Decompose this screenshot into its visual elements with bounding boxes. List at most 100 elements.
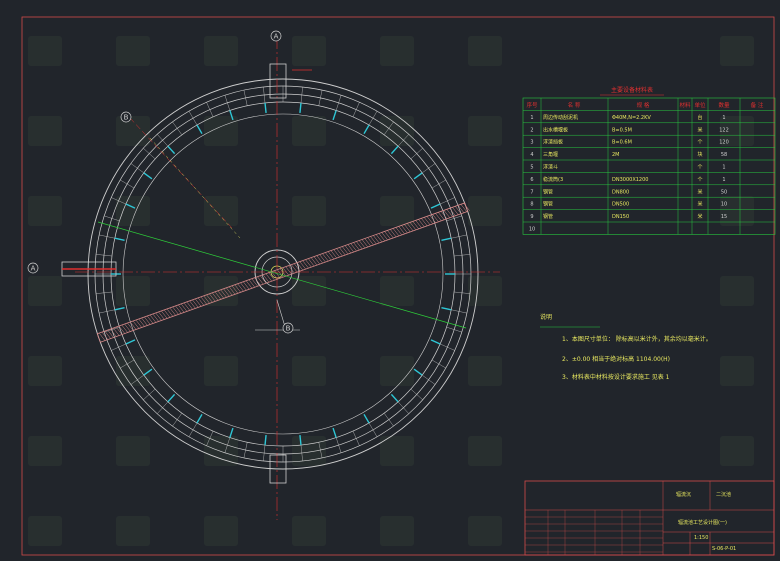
watermark-tile [116, 436, 150, 466]
watermark-tile [116, 516, 150, 546]
duct-hatch-line [421, 218, 428, 226]
table-cell: 钢管 [543, 213, 553, 220]
duct-hatch-line [415, 220, 422, 228]
table-cell: 钢管 [543, 201, 553, 208]
duct-hatch-line [424, 217, 431, 225]
duct-hatch-line [197, 297, 205, 306]
duct-hatch-line [327, 251, 335, 260]
table-cell: 米 [697, 201, 702, 208]
duct-hatch-line [313, 256, 320, 265]
duct-hatch-line [144, 316, 151, 325]
launder-tick [172, 413, 183, 427]
watermark-tile [380, 276, 414, 306]
launder-tick [157, 401, 169, 414]
table-cell: 122 [719, 127, 729, 133]
launder-tick [111, 343, 126, 351]
duct-hatch-line [333, 249, 340, 258]
cyan-mark [125, 339, 136, 345]
title-block [524, 480, 775, 556]
watermark-tile [204, 276, 238, 306]
table-cell: 浮渣斗 [543, 164, 558, 171]
duct-hatch-line [243, 281, 250, 290]
launder-tick [335, 95, 342, 111]
duct-hatch-line [395, 227, 402, 236]
table-cell: 15 [721, 214, 727, 220]
section-a-label-left: A [31, 265, 36, 273]
table-cell: 1 [722, 177, 725, 183]
launder-tick [224, 95, 231, 111]
table-cell: 58 [721, 152, 727, 158]
table-cell: 10 [721, 202, 727, 208]
duct-hatch-line [113, 327, 120, 336]
launder-tick [352, 102, 360, 117]
table-cell: 周边传动刮泥机 [543, 114, 578, 121]
watermark-tile [204, 196, 238, 226]
table-cell: 2 [530, 127, 533, 133]
cyan-mark [430, 339, 441, 345]
launder-tick [446, 326, 462, 333]
cyan-mark [264, 435, 267, 446]
watermark-tile [116, 196, 150, 226]
table-cell: 1 [722, 115, 725, 121]
watermark-tile [204, 36, 238, 66]
duct-hatch-line [375, 234, 383, 243]
title-block-drawing-title: 辐流池工艺设计图(一) [678, 520, 727, 526]
duct-hatch-line [305, 259, 312, 268]
table-cell: B=0.5M [612, 127, 632, 133]
duct-hatch-line [438, 212, 445, 220]
duct-hatch-line [268, 272, 275, 281]
duct-hatch-line [147, 315, 154, 324]
duct-hatch-line [166, 308, 174, 317]
table-cell: DN500 [612, 202, 629, 208]
launder-tick [383, 413, 394, 427]
cyan-mark [196, 413, 203, 424]
watermark-tile [720, 36, 754, 66]
watermark-tile [380, 196, 414, 226]
launder-tick [431, 359, 446, 369]
notes-heading: 说明 [540, 314, 553, 321]
table-cell: 10 [529, 227, 535, 233]
duct-hatch-line [237, 283, 244, 292]
diameter-line [97, 221, 467, 329]
watermark-tile [116, 36, 150, 66]
launder-tick [368, 111, 378, 126]
cyan-mark [413, 368, 423, 376]
cyan-mark [390, 393, 399, 403]
table-cell: 米 [697, 126, 702, 133]
title-block-drawing-no: S-06-P-01 [712, 546, 737, 552]
launder-tick [157, 134, 169, 147]
table-cell: 浮渣挡板 [543, 139, 563, 146]
duct-hatch-line [251, 278, 258, 287]
dimension-leader [149, 137, 241, 239]
duct-hatch-line [302, 260, 309, 269]
cyan-mark [332, 427, 337, 438]
table-cell: 1 [722, 165, 725, 171]
duct-hatch-line [180, 303, 188, 312]
duct-hatch-line [381, 232, 388, 241]
duct-hatch-line [127, 322, 134, 331]
watermark-tile [380, 36, 414, 66]
duct-hatch-line [260, 275, 267, 284]
watermark-tile [204, 436, 238, 466]
duct-hatch-line [98, 332, 106, 341]
cyan-mark [114, 306, 125, 311]
duct-hatch-line [135, 319, 142, 328]
table-cell: DN800 [612, 189, 629, 195]
duct-hatch-line [308, 258, 315, 267]
duct-hatch-line [130, 321, 137, 330]
table-cell: 7 [530, 189, 533, 195]
duct-hatch-line [359, 240, 366, 249]
watermark-tile [28, 116, 62, 146]
table-cell: 8 [530, 202, 533, 208]
duct-hatch-line [370, 236, 377, 245]
duct-hatch-line [282, 267, 289, 276]
title-block-stage: 二沉池 [716, 492, 732, 498]
duct-hatch-line [110, 328, 117, 337]
duct-hatch-line [446, 209, 453, 217]
launder-tick [172, 121, 183, 135]
duct-hatch-line [189, 300, 196, 309]
duct-hatch-line [161, 310, 168, 319]
watermark-tile [720, 356, 754, 386]
duct-hatch-line [347, 244, 354, 253]
cyan-mark [390, 145, 399, 155]
